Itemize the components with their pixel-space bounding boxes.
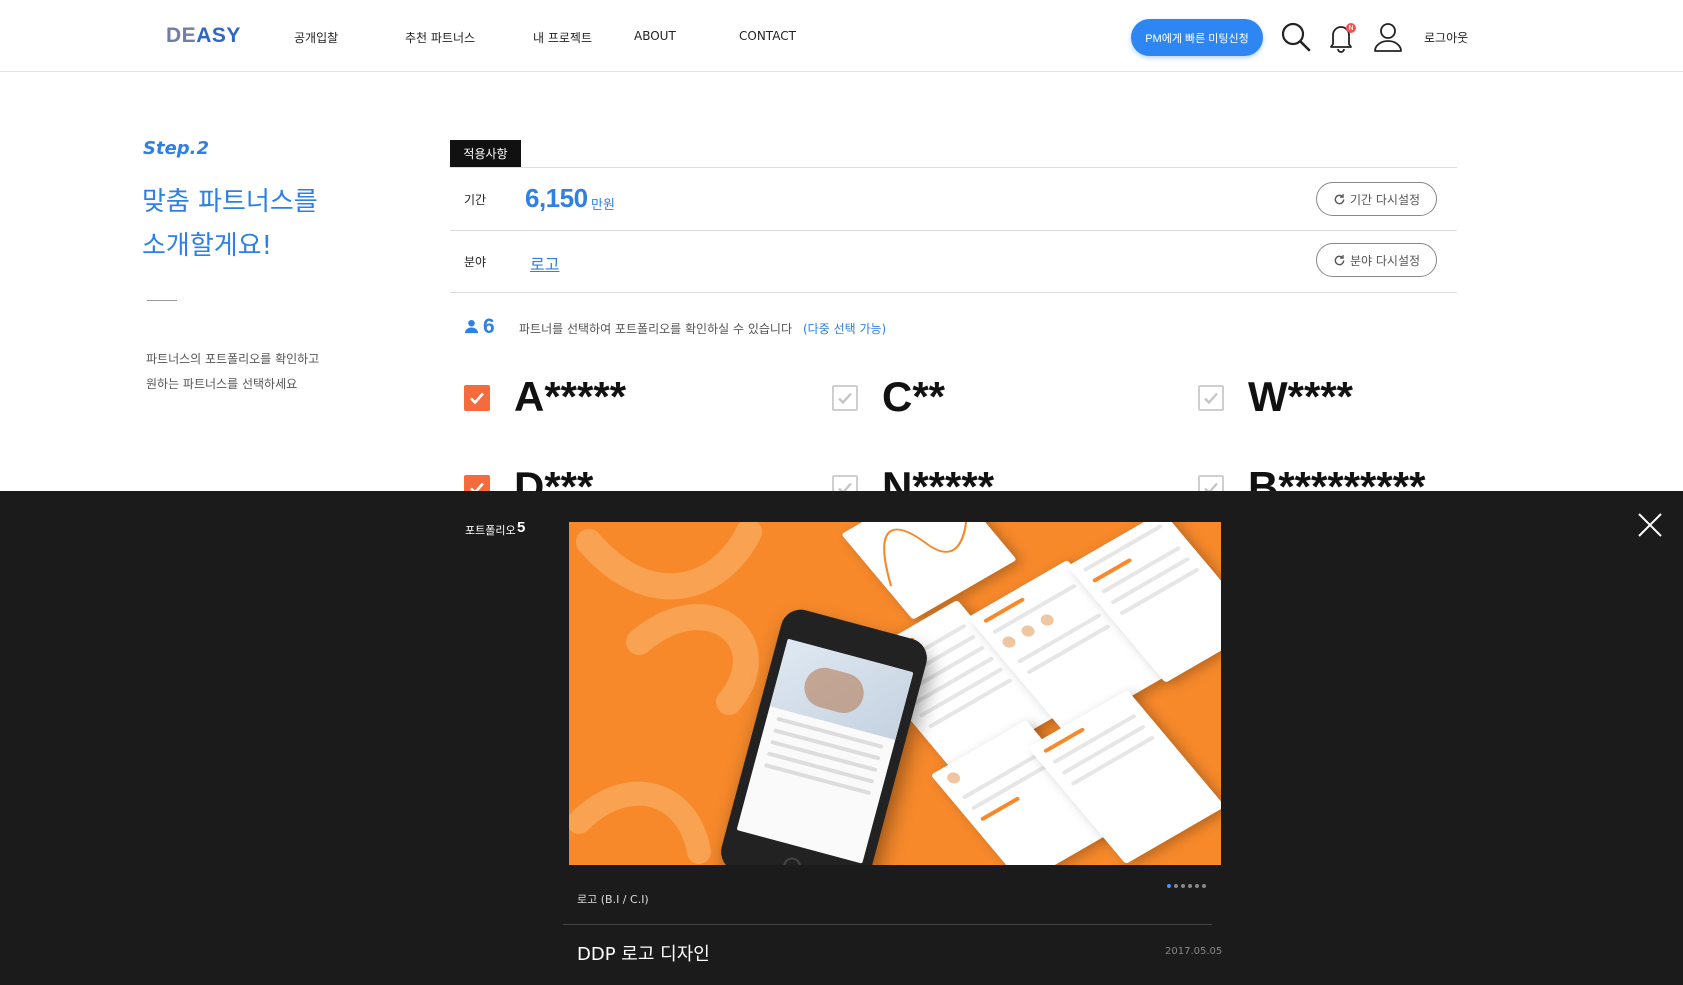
refresh-icon [1334,254,1345,265]
portfolio-title: DDP 로고 디자인 [577,944,710,965]
divider [450,230,1457,231]
portfolio-preview-image[interactable] [569,522,1221,865]
partner-name: A***** [514,373,627,420]
period-label: 기간 [464,193,487,207]
step-label: Step.2 [143,138,210,159]
deasy-logo[interactable]: DEASY [166,24,241,48]
portfolio-category: 로고 (B.I / C.I) [577,893,649,906]
multi-select-note: (다중 선택 가능) [803,322,887,336]
divider [563,924,1212,925]
divider [450,167,1457,168]
notification-badge: N [1346,23,1356,33]
partner-count: 6 [483,315,495,338]
nav-my-projects[interactable]: 내 프로젝트 [533,29,592,46]
logout-link[interactable]: 로그아웃 [1424,29,1468,46]
partner-checkbox[interactable] [464,385,490,411]
page-headline: 맞춤 파트너스를 소개할게요! [142,187,318,261]
pager-dot[interactable] [1202,884,1206,888]
applied-filters-tag: 적용사항 [450,140,521,167]
portfolio-label: 포트폴리오 [465,524,516,537]
check-icon [1204,392,1218,405]
nav-contact[interactable]: CONTACT [739,29,796,43]
partner-name: C** [882,373,946,420]
divider [450,292,1457,293]
pager-dot[interactable] [1174,884,1178,888]
person-icon [464,319,479,334]
period-unit: 만원 [591,198,615,213]
partner-name: W**** [1248,373,1354,420]
field-reset-button[interactable]: 분야 다시설정 [1316,243,1437,277]
period-value: 6,150 [525,183,588,213]
period-reset-button[interactable]: 기간 다시설정 [1316,182,1437,216]
partner-checkbox[interactable] [832,385,858,411]
check-icon [470,392,484,405]
partner-instruction: 파트너를 선택하여 포트폴리오를 확인하실 수 있습니다 [519,322,792,336]
pager-dot[interactable] [1167,884,1171,888]
portfolio-count: 5 [517,519,526,536]
nav-recommended-partners[interactable]: 추천 파트너스 [405,29,475,46]
nav-about[interactable]: ABOUT [634,29,676,43]
pm-meeting-request-button[interactable]: PM에게 빠른 미팅신청 [1131,19,1263,56]
portfolio-date: 2017.05.05 [1165,946,1223,957]
pager-dot[interactable] [1195,884,1199,888]
top-header: DEASY 공개입찰 추천 파트너스 내 프로젝트 ABOUT CONTACT … [0,0,1683,72]
field-value[interactable]: 로고 [530,251,559,275]
refresh-icon [1334,193,1345,204]
user-icon[interactable] [1371,20,1405,54]
divider [147,300,177,301]
partner-checkbox[interactable] [1198,385,1224,411]
field-label: 분야 [464,255,487,269]
step-description: 파트너스의 포트폴리오를 확인하고 원하는 파트너스를 선택하세요 [146,352,320,391]
nav-open-bidding[interactable]: 공개입찰 [294,29,338,46]
image-pager[interactable] [1167,884,1206,888]
search-icon[interactable] [1279,20,1313,54]
pager-dot[interactable] [1188,884,1192,888]
close-icon[interactable] [1637,512,1663,538]
check-icon [838,392,852,405]
pager-dot[interactable] [1181,884,1185,888]
